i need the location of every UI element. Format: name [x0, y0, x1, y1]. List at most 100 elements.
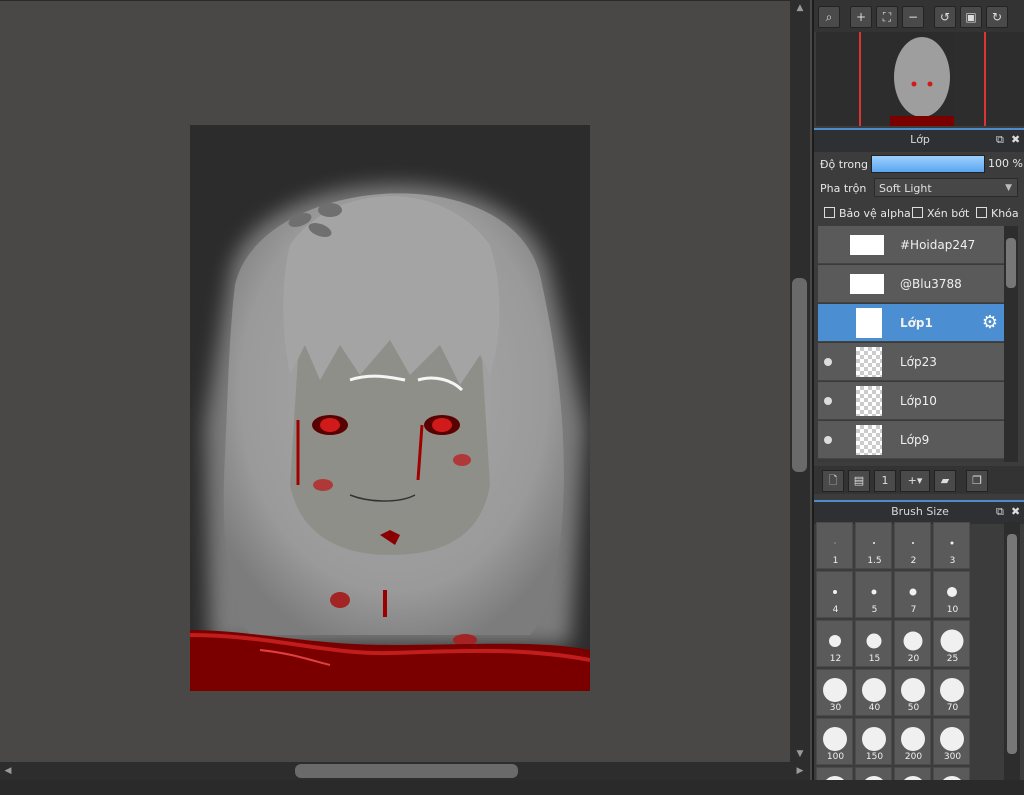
layer-thumbnail	[850, 274, 884, 294]
gear-icon[interactable]: ⚙	[980, 313, 1000, 333]
brush-size-cell[interactable]: 200	[894, 718, 931, 765]
scroll-down-icon[interactable]: ▼	[794, 748, 806, 760]
brush-size-label: 50	[907, 703, 920, 713]
rotate-left-icon[interactable]: ↺	[934, 6, 956, 28]
canvas-horizontal-scroll-thumb[interactable]	[295, 764, 518, 778]
undock-icon[interactable]: ⧉	[996, 130, 1004, 150]
visibility-dot-icon[interactable]	[824, 436, 832, 444]
close-icon[interactable]: ✖	[1011, 502, 1020, 522]
protect-alpha-checkbox[interactable]: Bảo vệ alpha	[824, 206, 911, 222]
brush-size-cell[interactable]	[816, 767, 853, 780]
brush-size-cell[interactable]: 15	[855, 620, 892, 667]
brush-size-grid: 1 1.5 2 3 4 5 7 10 12 15 20 25 30 40 50 …	[816, 522, 992, 780]
brush-dot-icon	[861, 727, 886, 751]
layer-row[interactable]: Lớp10	[818, 382, 1004, 420]
brush-size-label: 5	[871, 605, 878, 615]
brush-size-cell[interactable]: 30	[816, 669, 853, 716]
brush-size-scrollbar[interactable]	[1004, 522, 1020, 780]
clipping-checkbox[interactable]: Xén bớt	[912, 206, 969, 222]
brush-size-cell[interactable]: 300	[933, 718, 970, 765]
actual-size-icon[interactable]: ▣	[960, 6, 982, 28]
brush-size-scroll-thumb[interactable]	[1007, 534, 1017, 754]
layer-thumbnail	[856, 425, 882, 455]
close-icon[interactable]: ✖	[1011, 130, 1020, 150]
canvas-area[interactable]	[0, 0, 790, 763]
navigator-preview[interactable]	[816, 32, 1024, 126]
blend-mode-label: Pha trộn	[820, 182, 867, 195]
brush-size-cell[interactable]: 1.5	[855, 522, 892, 569]
brush-size-label: 30	[829, 703, 842, 713]
brush-size-cell[interactable]: 4	[816, 571, 853, 618]
layer-row[interactable]: Lớp23	[818, 343, 1004, 381]
visibility-dot-icon[interactable]	[824, 397, 832, 405]
brush-size-cell[interactable]	[855, 767, 892, 780]
layer-row[interactable]: #Hoidap247	[818, 226, 1004, 264]
brush-dot-icon	[861, 776, 886, 780]
layer-thumbnail	[850, 235, 884, 255]
layer-panel-title: Lớp	[910, 133, 930, 146]
canvas-horizontal-scrollbar[interactable]: ◀ ▶	[0, 762, 810, 780]
brush-size-cell[interactable]: 12	[816, 620, 853, 667]
brush-size-cell[interactable]: 150	[855, 718, 892, 765]
brush-dot-icon	[939, 678, 964, 702]
new-1bit-layer-icon[interactable]: 1	[874, 470, 896, 492]
lock-label: Khóa	[991, 207, 1019, 220]
checkbox-icon	[824, 207, 835, 218]
brush-size-label: 7	[910, 605, 917, 615]
canvas-vertical-scroll-thumb[interactable]	[792, 278, 807, 472]
brush-dot-icon	[939, 727, 964, 751]
layer-list-scroll-thumb[interactable]	[1006, 238, 1016, 288]
layer-list-scrollbar[interactable]	[1004, 226, 1018, 462]
canvas-vertical-scrollbar[interactable]: ▲ ▼	[790, 0, 810, 780]
duplicate-layer-icon[interactable]: ❐	[966, 470, 988, 492]
zoom-out-icon[interactable]: −	[902, 6, 924, 28]
brush-size-cell[interactable]: 70	[933, 669, 970, 716]
brush-size-cell[interactable]: 5	[855, 571, 892, 618]
brush-dot-icon	[900, 678, 925, 702]
scroll-up-icon[interactable]: ▲	[794, 2, 806, 14]
layer-name: @Blu3788	[900, 277, 962, 291]
brush-size-cell[interactable]: 2	[894, 522, 931, 569]
brush-dot-icon	[940, 629, 963, 653]
scroll-right-icon[interactable]: ▶	[794, 765, 806, 777]
navigator-view-left-edge	[859, 32, 861, 126]
brush-size-cell[interactable]: 40	[855, 669, 892, 716]
brush-size-cell[interactable]: 3	[933, 522, 970, 569]
layer-name: Lớp10	[900, 394, 937, 408]
brush-size-label: 150	[865, 752, 884, 762]
visibility-dot-icon[interactable]	[824, 358, 832, 366]
rotate-right-icon[interactable]: ↻	[986, 6, 1008, 28]
undock-icon[interactable]: ⧉	[996, 502, 1004, 522]
brush-size-cell[interactable]	[933, 767, 970, 780]
brush-size-cell[interactable]: 7	[894, 571, 931, 618]
zoom-fit-icon[interactable]: ⌕	[818, 6, 840, 28]
artwork-canvas[interactable]	[190, 125, 590, 691]
add-layer-menu-icon[interactable]: +▾	[900, 470, 930, 492]
new-halftone-layer-icon[interactable]: ▤	[848, 470, 870, 492]
brush-size-cell[interactable]: 1	[816, 522, 853, 569]
layer-row-selected[interactable]: Lớp1 ⚙	[818, 304, 1004, 342]
layer-row[interactable]: Lớp9	[818, 421, 1004, 459]
blend-mode-select[interactable]: Soft Light ▼	[874, 178, 1018, 197]
brush-size-cell[interactable]	[894, 767, 931, 780]
lock-checkbox[interactable]: Khóa	[976, 206, 1019, 222]
brush-size-cell[interactable]: 20	[894, 620, 931, 667]
folder-icon[interactable]: ▰	[934, 470, 956, 492]
new-layer-icon[interactable]: 🗋	[822, 470, 844, 492]
checkbox-icon	[976, 207, 987, 218]
brush-size-cell[interactable]: 100	[816, 718, 853, 765]
layer-row[interactable]: @Blu3788	[818, 265, 1004, 303]
fit-screen-icon[interactable]: ⛶	[876, 6, 898, 28]
clipping-label: Xén bớt	[927, 207, 970, 220]
brush-size-cell[interactable]: 10	[933, 571, 970, 618]
brush-size-label: 10	[946, 605, 959, 615]
brush-size-label: 25	[946, 654, 959, 664]
zoom-in-icon[interactable]: +	[850, 6, 872, 28]
brush-size-label: 300	[943, 752, 962, 762]
brush-size-cell[interactable]: 25	[933, 620, 970, 667]
brush-dot-icon	[939, 776, 964, 780]
brush-size-cell[interactable]: 50	[894, 669, 931, 716]
layer-panel-header: Lớp ⧉ ✖	[814, 128, 1024, 152]
scroll-left-icon[interactable]: ◀	[2, 765, 14, 777]
opacity-slider[interactable]	[871, 155, 985, 173]
